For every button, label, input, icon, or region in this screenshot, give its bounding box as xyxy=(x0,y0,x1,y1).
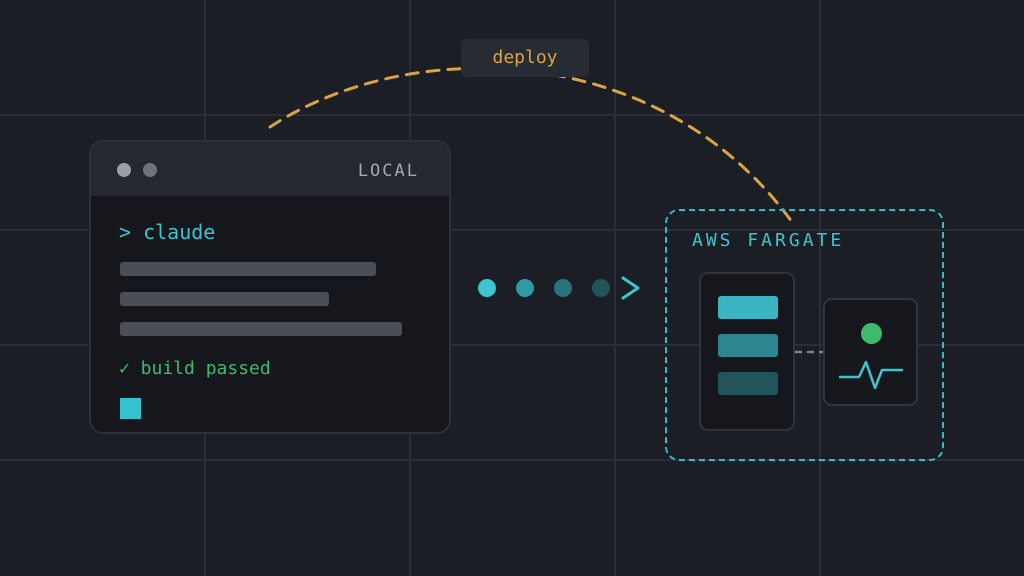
container-bar xyxy=(718,296,778,319)
build-status: ✓ build passed xyxy=(119,358,271,379)
window-control-dot[interactable] xyxy=(143,163,157,177)
flow-dot xyxy=(478,279,496,297)
terminal-title: LOCAL xyxy=(357,161,419,181)
container-bar xyxy=(718,372,778,395)
flow-dot xyxy=(516,279,534,297)
output-line xyxy=(120,322,402,336)
terminal-cursor xyxy=(120,398,141,419)
terminal-prompt: > claude xyxy=(119,220,216,244)
service-task-card xyxy=(699,272,795,431)
heartbeat-pulse-icon xyxy=(838,360,904,390)
flow-dot xyxy=(554,279,572,297)
flow-dot xyxy=(592,279,610,297)
monitor-card xyxy=(823,298,918,406)
local-terminal-window: LOCAL > claude ✓ build passed xyxy=(89,140,451,434)
fargate-title: AWS FARGATE xyxy=(692,230,845,251)
window-control-dot[interactable] xyxy=(117,163,131,177)
terminal-title-bar: LOCAL xyxy=(91,142,449,196)
container-bar xyxy=(718,334,778,357)
output-line xyxy=(120,292,329,306)
deploy-label: deploy xyxy=(461,39,589,77)
output-line xyxy=(120,262,376,276)
